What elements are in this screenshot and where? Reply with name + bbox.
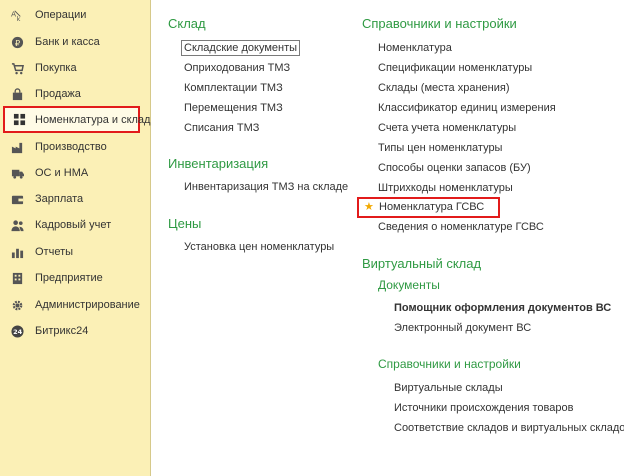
factory-icon	[10, 140, 24, 154]
sidebar-item-label: Банк и касса	[35, 36, 100, 48]
link-gsvs-info[interactable]: Сведения о номенклатуре ГСВС	[378, 221, 544, 233]
sidebar-item-nomenclature-warehouse[interactable]: Номенклатура и склад	[3, 106, 150, 133]
sidebar-item-fixed-assets[interactable]: ОС и НМА	[0, 161, 151, 185]
link-units-classifier[interactable]: Классификатор единиц измерения	[378, 102, 556, 114]
bitrix24-icon: 24	[10, 324, 24, 338]
sidebar-item-label: Кадровый учет	[35, 219, 112, 231]
link-vs-electronic-doc[interactable]: Электронный документ ВС	[394, 322, 531, 334]
sidebar-item-bitrix24[interactable]: 24 Битрикс24	[0, 319, 151, 343]
link-nomenclature[interactable]: Номенклатура	[378, 42, 452, 54]
sidebar-item-label: ОС и НМА	[35, 167, 89, 179]
sidebar-item-salary[interactable]: Зарплата	[0, 187, 151, 211]
link-price-types[interactable]: Типы цен номенклатуры	[378, 142, 502, 154]
link-barcodes[interactable]: Штрихкоды номенклатуры	[378, 182, 513, 194]
subsection-title-virtual-references: Справочники и настройки	[378, 357, 521, 371]
svg-text:₽: ₽	[14, 37, 20, 47]
operations-icon: Ak	[10, 8, 24, 22]
section-title-sklad: Склад	[168, 16, 206, 31]
link-warehouse-mapping[interactable]: Соответствие складов и виртуальных склад…	[394, 422, 624, 434]
warehouse-grid-icon	[12, 113, 26, 127]
building-icon	[10, 271, 24, 285]
section-title-prices: Цены	[168, 216, 202, 231]
sidebar-item-label: Производство	[35, 141, 107, 153]
link-nomenclature-gsvs[interactable]: ★ Номенклатура ГСВС	[357, 197, 500, 218]
link-warehouse-documents[interactable]: Складские документы	[181, 40, 301, 56]
link-vs-assistant[interactable]: Помощник оформления документов ВС	[394, 302, 611, 314]
sidebar-item-reports[interactable]: Отчеты	[0, 240, 151, 264]
sidebar-item-administration[interactable]: Администрирование	[0, 293, 151, 317]
gear-icon	[10, 298, 24, 312]
sidebar-item-label: Битрикс24	[35, 325, 89, 337]
subsection-title-documents: Документы	[378, 278, 440, 292]
sidebar-item-label: Продажа	[35, 88, 81, 100]
sidebar-item-enterprise[interactable]: Предприятие	[0, 266, 151, 290]
link-warehouses[interactable]: Склады (места хранения)	[378, 82, 510, 94]
sidebar-item-hr[interactable]: Кадровый учет	[0, 213, 151, 237]
link-specifications[interactable]: Спецификации номенклатуры	[378, 62, 532, 74]
link-assemblies[interactable]: Комплектации ТМЗ	[184, 82, 283, 94]
star-icon: ★	[364, 201, 374, 213]
bank-cash-icon: ₽	[10, 35, 24, 49]
link-write-offs[interactable]: Списания ТМЗ	[184, 122, 259, 134]
link-receipts[interactable]: Оприходования ТМЗ	[184, 62, 290, 74]
salary-wallet-icon	[10, 192, 24, 206]
sidebar-item-production[interactable]: Производство	[0, 135, 151, 159]
cart-icon	[10, 61, 24, 75]
svg-text:A: A	[11, 9, 16, 18]
sidebar-item-label: Отчеты	[35, 246, 74, 258]
sales-bag-icon	[10, 87, 24, 101]
link-nomenclature-gsvs-label: Номенклатура ГСВС	[379, 201, 485, 213]
truck-icon	[10, 166, 24, 180]
link-set-prices[interactable]: Установка цен номенклатуры	[184, 241, 334, 253]
sidebar-item-label: Номенклатура и склад	[35, 113, 151, 126]
section-title-references: Справочники и настройки	[362, 16, 517, 31]
svg-text:24: 24	[13, 328, 23, 336]
people-icon	[10, 218, 24, 232]
sidebar-item-label: Зарплата	[35, 193, 84, 205]
section-title-inventory: Инвентаризация	[168, 156, 269, 171]
sidebar-item-label: Операции	[35, 9, 87, 21]
sidebar-item-label: Предприятие	[35, 272, 103, 284]
sidebar-item-label: Администрирование	[35, 299, 140, 311]
reports-chart-icon	[10, 245, 24, 259]
sidebar-item-purchase[interactable]: Покупка	[0, 56, 151, 80]
link-accounts[interactable]: Счета учета номенклатуры	[378, 122, 516, 134]
sidebar-item-operations[interactable]: Ak Операции	[0, 3, 151, 27]
link-inventory-tmz[interactable]: Инвентаризация ТМЗ на складе	[184, 181, 348, 193]
link-virtual-warehouses[interactable]: Виртуальные склады	[394, 382, 503, 394]
sidebar: Ak Операции ₽ Банк и касса Покупка Прода…	[0, 0, 151, 476]
link-transfers[interactable]: Перемещения ТМЗ	[184, 102, 283, 114]
section-title-virtual-warehouse: Виртуальный склад	[362, 256, 482, 271]
sidebar-item-label: Покупка	[35, 62, 77, 74]
sidebar-item-bank-cash[interactable]: ₽ Банк и касса	[0, 30, 151, 54]
sidebar-item-sales[interactable]: Продажа	[0, 82, 151, 106]
link-valuation-methods[interactable]: Способы оценки запасов (БУ)	[378, 162, 531, 174]
link-goods-origin-sources[interactable]: Источники происхождения товаров	[394, 402, 573, 414]
